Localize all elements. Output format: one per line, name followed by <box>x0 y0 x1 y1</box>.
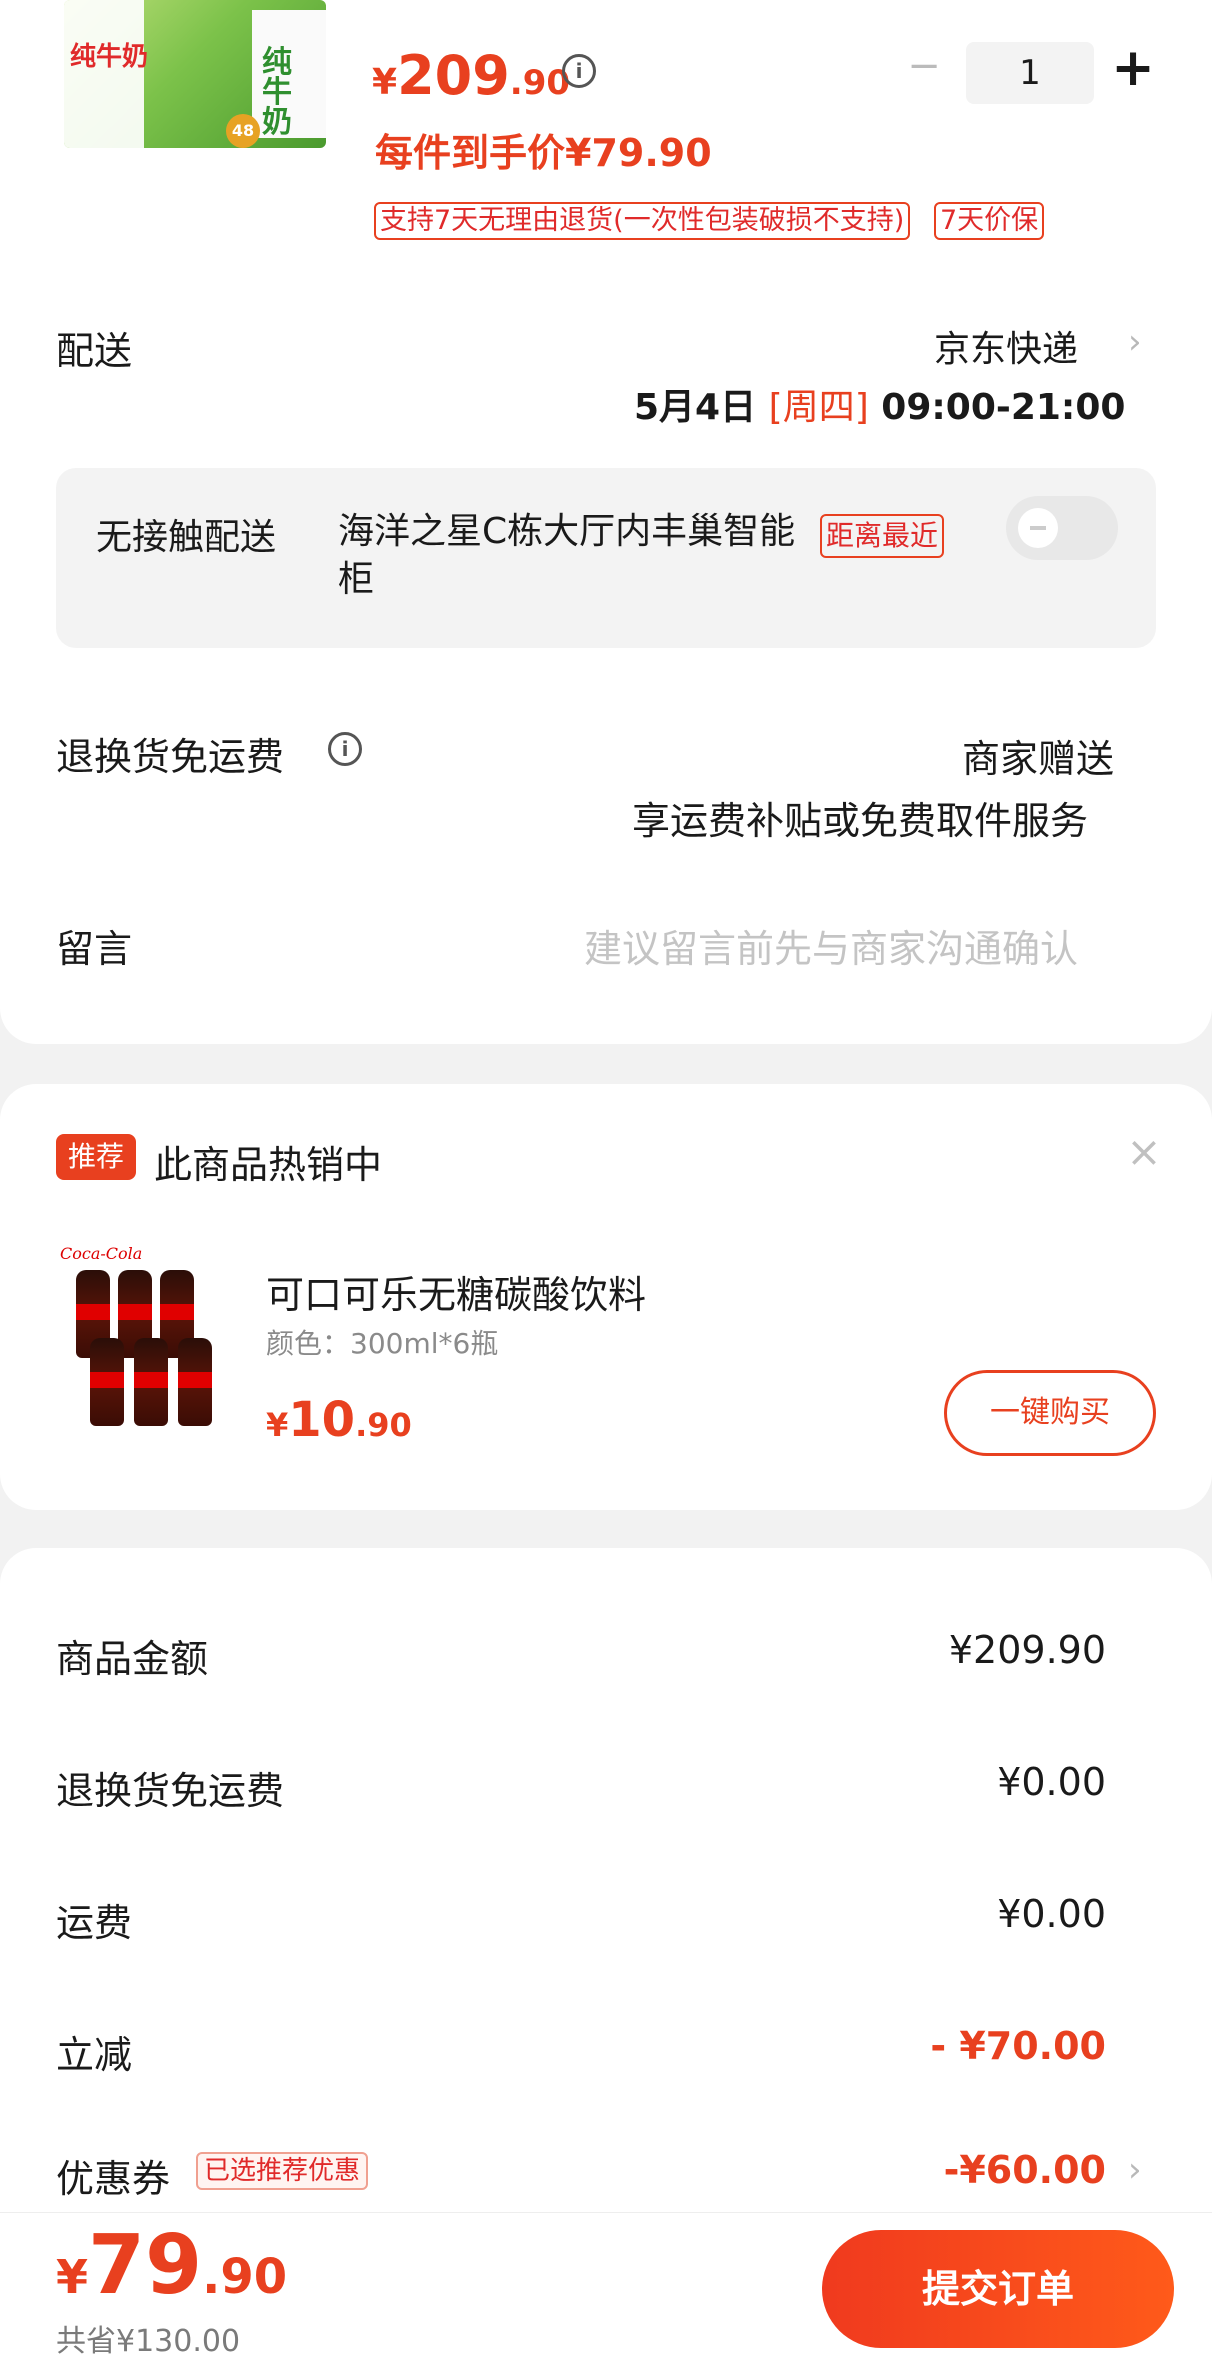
price-protect-tag: 7天价保 <box>934 202 1045 240</box>
return-shipping-info-icon[interactable]: i <box>328 732 362 766</box>
thumbnail-count-badge: 48 <box>226 114 260 148</box>
return-shipping-desc: 享运费补贴或免费取件服务 <box>632 799 1089 843</box>
delivery-chevron-icon[interactable]: › <box>1128 322 1142 362</box>
summary-row-value: ¥209.90 <box>948 1628 1106 1672</box>
one-click-buy-button[interactable]: 一键购买 <box>944 1370 1156 1456</box>
bottle-label <box>76 1304 110 1320</box>
total-symbol: ¥ <box>56 2250 89 2304</box>
nearest-tag: 距离最近 <box>820 514 945 558</box>
quantity-increase-button[interactable]: + <box>1108 40 1158 100</box>
contactless-label: 无接触配送 <box>96 517 277 558</box>
quantity-input[interactable]: 1 <box>966 42 1094 104</box>
return-shipping-label: 退换货免运费 <box>56 735 285 779</box>
coupon-selected-tag: 已选推荐优惠 <box>196 2152 369 2190</box>
instant-discount-value: - ¥70.00 <box>930 2024 1106 2068</box>
delivery-hours: 09:00-21:00 <box>881 387 1126 428</box>
price-integer: 209 <box>397 44 510 107</box>
bottle <box>178 1338 212 1426</box>
final-unit-price: 每件到手价¥79.90 <box>375 131 712 175</box>
thumbnail-box-front <box>64 0 144 148</box>
bottle-label <box>118 1304 152 1320</box>
price-info-icon[interactable]: i <box>562 54 596 88</box>
coupon-value[interactable]: -¥60.00 <box>856 2148 1106 2192</box>
price-decimal: .90 <box>509 63 571 103</box>
close-icon[interactable]: × <box>1124 1128 1164 1178</box>
coupon-label: 优惠券 <box>56 2157 171 2201</box>
recommend-item-spec: 颜色：300ml*6瓶 <box>266 1327 499 1360</box>
rec-price-decimal: .90 <box>355 1406 412 1444</box>
bottle-label <box>178 1372 212 1388</box>
summary-row-label: 立减 <box>56 2033 133 2077</box>
product-thumbnail[interactable]: 纯牛奶 纯牛奶 48 <box>64 0 326 148</box>
delivery-weekday: [周四] <box>768 387 869 428</box>
delivery-carrier[interactable]: 京东快递 <box>934 320 1078 372</box>
message-label: 留言 <box>56 927 133 971</box>
thumbnail-side-text: 纯牛奶 <box>262 45 292 140</box>
bottle <box>90 1338 124 1426</box>
recommend-item-price: ¥10.90 <box>266 1392 412 1448</box>
summary-row-label: 运费 <box>56 1901 133 1945</box>
total-price: ¥79.90 <box>56 2218 287 2313</box>
contactless-location: 海洋之星C栋大厅内丰巢智能柜 <box>338 511 796 600</box>
recommend-item-name[interactable]: 可口可乐无糖碳酸饮料 <box>266 1264 646 1319</box>
summary-row-value: ¥0.00 <box>997 1892 1106 1936</box>
return-policy-tag: 支持7天无理由退货(一次性包装破损不支持) <box>374 202 911 240</box>
bottle-label <box>134 1372 168 1388</box>
bottle <box>134 1338 168 1426</box>
summary-row-label: 退换货免运费 <box>56 1769 285 1813</box>
thumbnail-text: 纯牛奶 <box>70 42 149 72</box>
recommend-badge: 推荐 <box>56 1134 136 1180</box>
rec-price-integer: 10 <box>288 1392 356 1448</box>
message-input[interactable]: 建议留言前先与商家沟通确认 <box>584 918 1078 973</box>
delivery-date: 5月4日 <box>634 387 757 428</box>
recommend-title: 此商品热销中 <box>154 1143 383 1187</box>
delivery-label: 配送 <box>56 329 133 373</box>
rec-price-symbol: ¥ <box>266 1406 289 1444</box>
quantity-decrease-button[interactable]: − <box>904 46 944 86</box>
total-saved: 共省¥130.00 <box>56 2324 241 2359</box>
toggle-knob <box>1018 508 1058 548</box>
total-decimal: .90 <box>202 2249 288 2305</box>
product-price: ¥209.90 <box>372 44 570 107</box>
coupon-chevron-icon[interactable]: › <box>1128 2150 1142 2190</box>
delivery-time[interactable]: 5月4日 [周四] 09:00-21:00 <box>634 378 1125 430</box>
summary-row-value: ¥0.00 <box>997 1760 1106 1804</box>
submit-order-button[interactable]: 提交订单 <box>822 2230 1174 2348</box>
contactless-toggle[interactable] <box>1006 496 1118 560</box>
coke-logo: Coca-Cola <box>60 1244 143 1263</box>
return-shipping-value: 商家赠送 <box>962 737 1115 781</box>
price-symbol: ¥ <box>372 62 398 103</box>
summary-row-label: 商品金额 <box>56 1637 209 1681</box>
bottle-label <box>160 1304 194 1320</box>
total-integer: 79 <box>88 2218 203 2313</box>
coke-product-image[interactable]: Coca-Cola <box>60 1244 236 1434</box>
bottle-label <box>90 1372 124 1388</box>
